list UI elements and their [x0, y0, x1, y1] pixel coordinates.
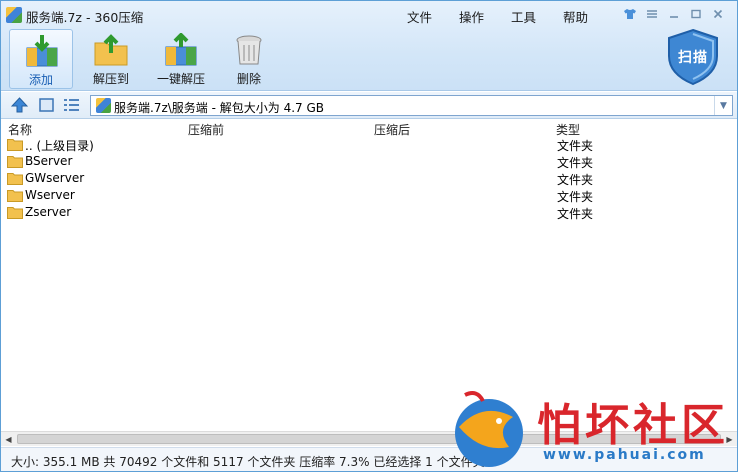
archive-app-icon: [6, 7, 22, 23]
status-text: 大小: 355.1 MB 共 70492 个文件和 5117 个文件夹 压缩率 …: [11, 455, 485, 469]
scroll-left-icon[interactable]: ◀: [1, 432, 16, 447]
address-row: 服务端.7z\服务端 - 解包大小为 4.7 GB ▼: [1, 92, 737, 119]
address-bar[interactable]: 服务端.7z\服务端 - 解包大小为 4.7 GB ▼: [90, 95, 733, 116]
chevron-down-icon[interactable]: ▼: [714, 96, 732, 115]
add-archive-icon: [26, 35, 58, 67]
list-item[interactable]: Wserver 文件夹: [1, 187, 737, 204]
watermark: 怕坏社区 www.pahuai.com: [445, 387, 737, 471]
watermark-url: www.pahuai.com: [543, 447, 706, 463]
window-controls: [619, 5, 729, 23]
scan-label: 扫描: [678, 50, 708, 66]
watermark-brand: 怕坏社区: [537, 400, 729, 451]
large-icon-view-icon[interactable]: [38, 97, 55, 113]
one-click-extract-icon: [165, 33, 197, 66]
maximize-icon[interactable]: [685, 5, 707, 23]
add-label: 添加: [28, 73, 53, 87]
extract-to-label: 解压到: [92, 72, 129, 86]
add-button[interactable]: 添加: [9, 29, 73, 89]
minimize-icon[interactable]: [663, 5, 685, 23]
skin-shirt-icon[interactable]: [619, 5, 641, 23]
one-click-extract-label: 一键解压: [156, 72, 205, 86]
extract-to-button[interactable]: 解压到: [79, 29, 143, 89]
folder-icon: [7, 190, 23, 202]
title-toolbar-area: 服务端.7z - 360压缩 文件 操作 工具 帮助 添加 解压到 一键解压 删…: [1, 1, 737, 91]
list-item[interactable]: Zserver 文件夹: [1, 204, 737, 221]
up-arrow-icon[interactable]: [11, 97, 28, 113]
details-view-icon[interactable]: [63, 97, 80, 113]
column-header: 名称 压缩前 压缩后 类型: [1, 120, 737, 137]
extract-folder-icon: [94, 34, 128, 66]
folder-icon: [7, 173, 23, 185]
list-item[interactable]: BServer 文件夹: [1, 153, 737, 170]
menu-operate[interactable]: 操作: [459, 7, 484, 26]
folder-icon: [7, 156, 23, 168]
menu-list-icon[interactable]: [641, 5, 663, 23]
fish-logo-icon: [455, 391, 523, 467]
delete-button[interactable]: 删除: [217, 29, 281, 89]
folder-icon: [7, 139, 23, 151]
menu-help[interactable]: 帮助: [563, 7, 588, 26]
list-item[interactable]: GWserver 文件夹: [1, 170, 737, 187]
folder-icon: [7, 207, 23, 219]
menu-file[interactable]: 文件: [407, 7, 432, 26]
delete-label: 删除: [236, 72, 261, 86]
address-path: 服务端.7z\服务端 - 解包大小为 4.7 GB: [114, 101, 324, 115]
archive-icon: [96, 98, 111, 113]
scan-button[interactable]: 扫描: [665, 28, 721, 86]
list-item-parent[interactable]: .. (上级目录) 文件夹: [1, 136, 737, 153]
window-title: 服务端.7z - 360压缩: [26, 10, 144, 25]
trash-icon: [236, 35, 262, 65]
close-icon[interactable]: [707, 5, 729, 23]
app-window: 服务端.7z - 360压缩 文件 操作 工具 帮助 添加 解压到 一键解压 删…: [0, 0, 738, 472]
one-click-extract-button[interactable]: 一键解压: [149, 29, 213, 89]
menu-tools[interactable]: 工具: [511, 7, 536, 26]
